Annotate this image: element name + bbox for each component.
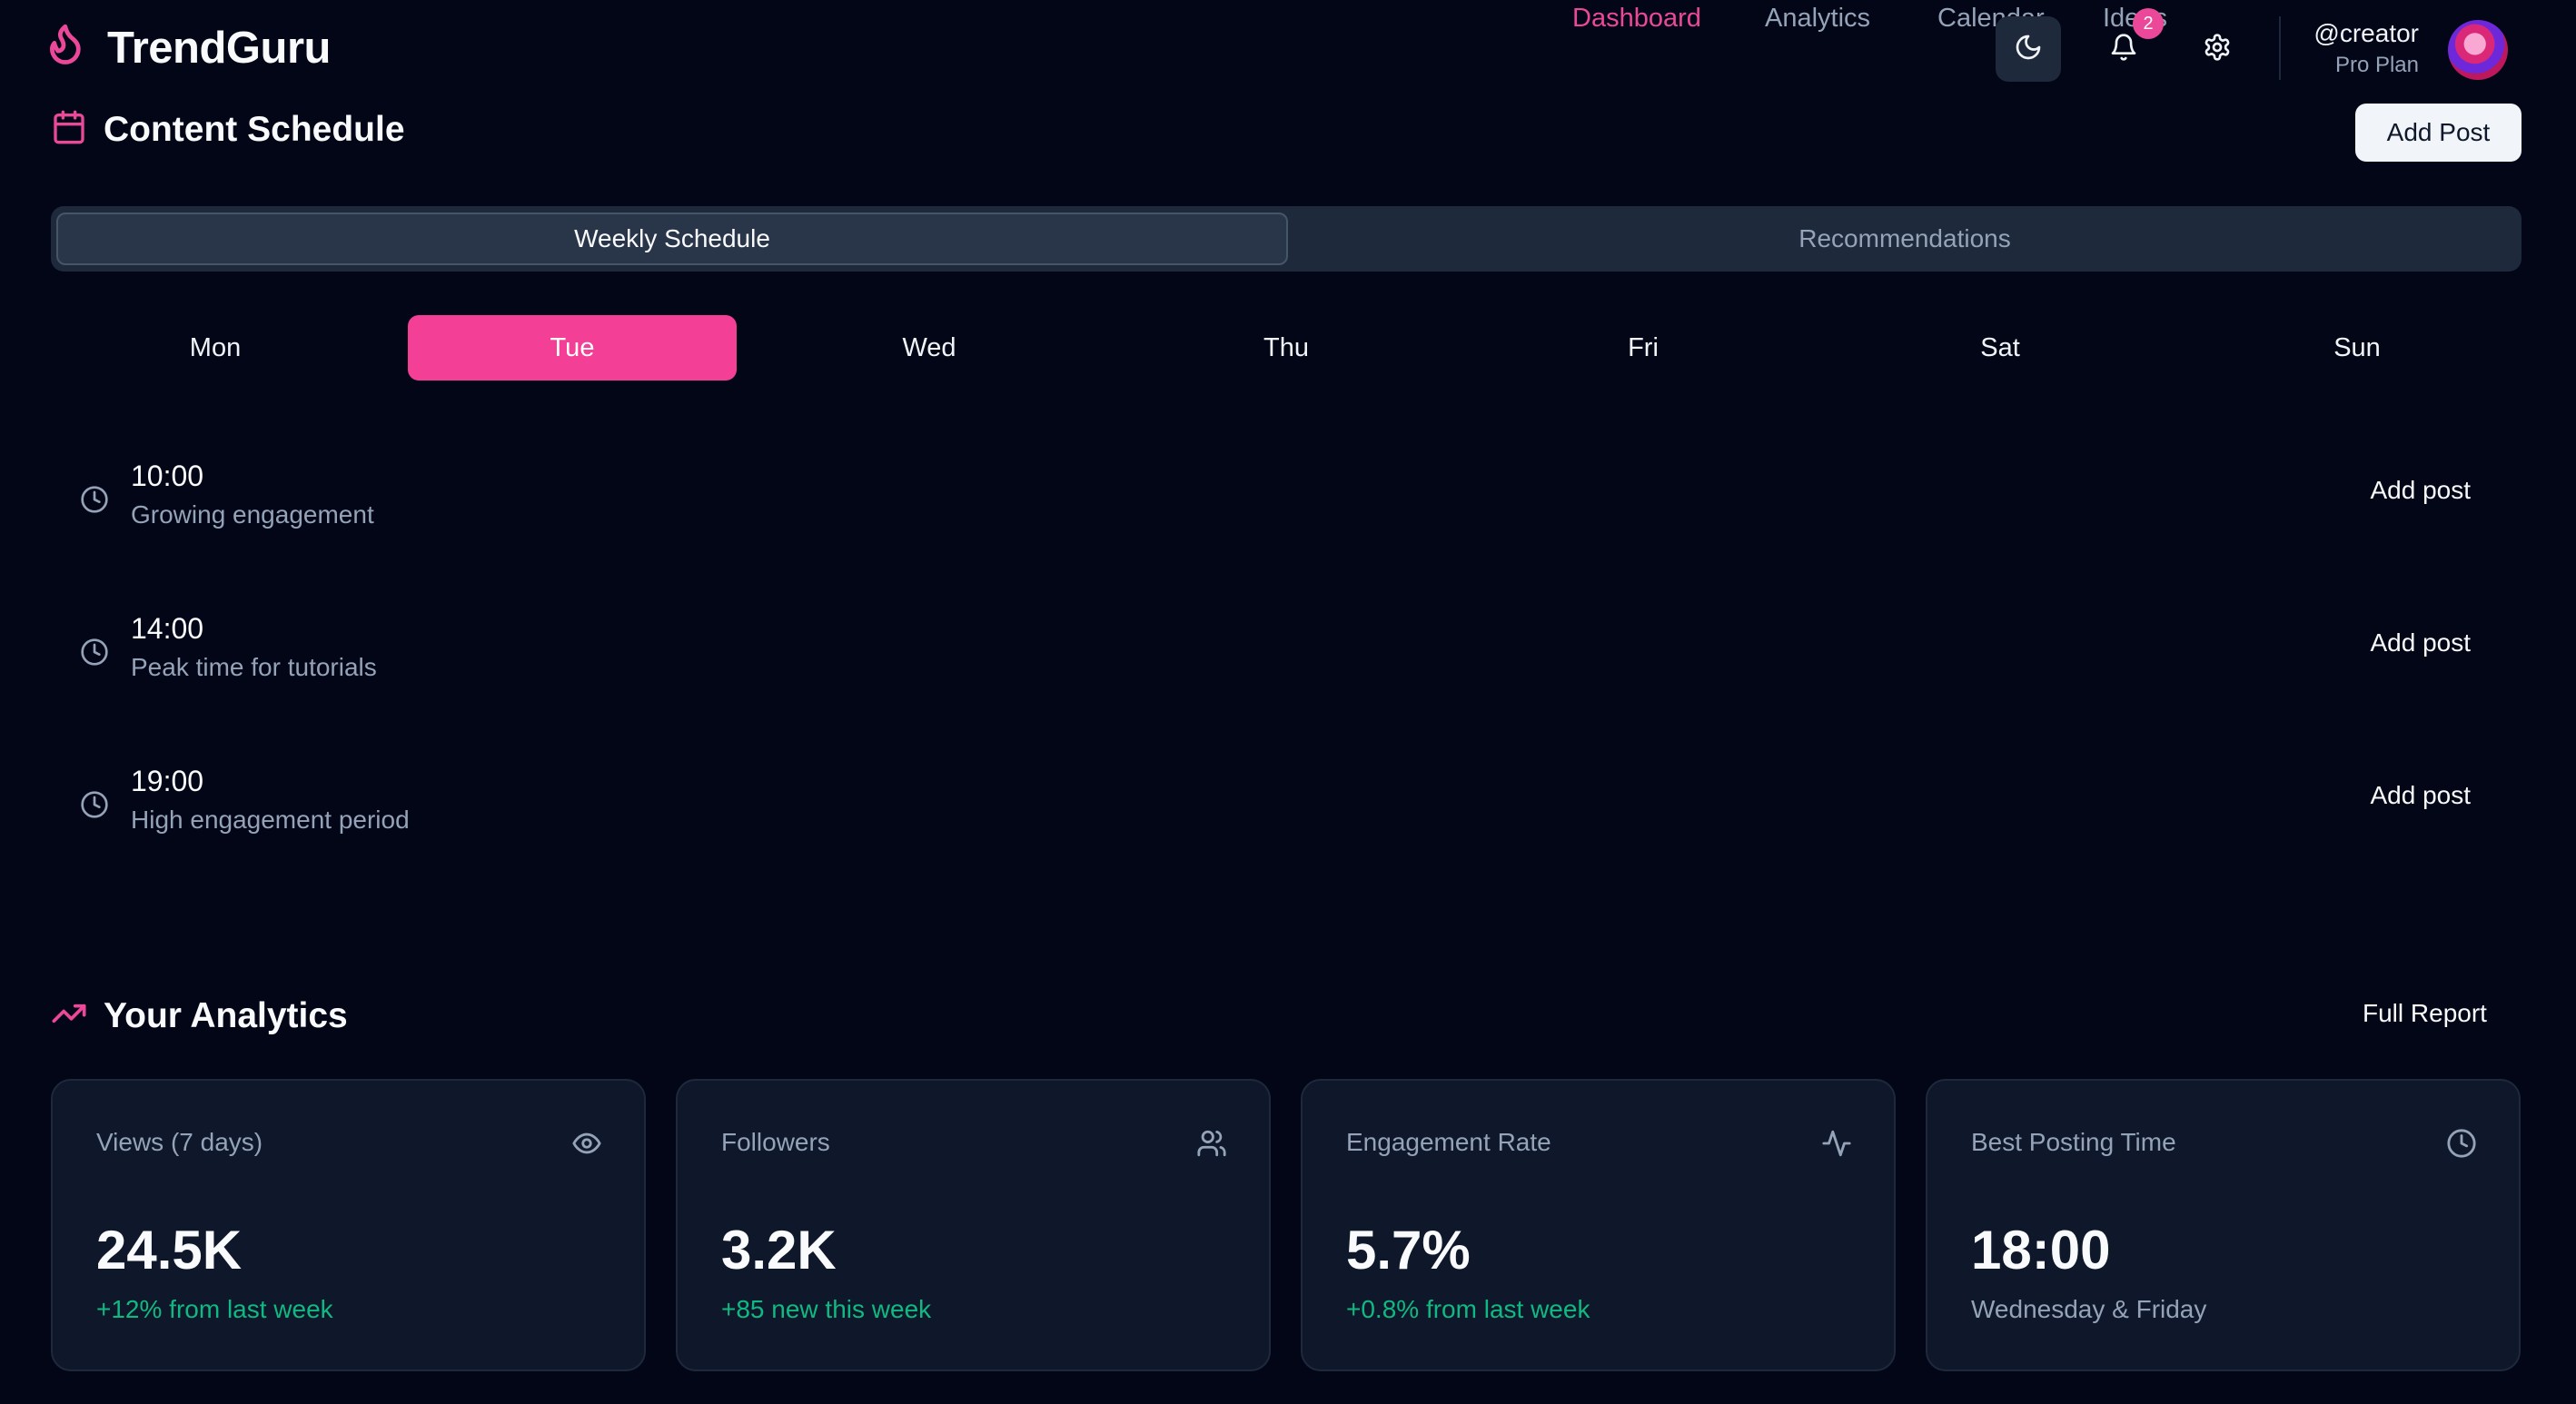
clock-icon bbox=[80, 790, 109, 824]
day-fri[interactable]: Fri bbox=[1479, 315, 1808, 381]
day-wed[interactable]: Wed bbox=[765, 315, 1094, 381]
analytics-title: Your Analytics bbox=[104, 995, 348, 1035]
eye-icon bbox=[571, 1128, 602, 1163]
activity-icon bbox=[1821, 1128, 1852, 1163]
stat-card-best-time[interactable]: Best Posting Time 18:00 Wednesday & Frid… bbox=[1926, 1079, 2521, 1371]
clock-icon bbox=[80, 485, 109, 519]
slot-time: 10:00 bbox=[131, 460, 204, 492]
slot-description: High engagement period bbox=[131, 806, 410, 834]
full-report-link[interactable]: Full Report bbox=[2363, 999, 2487, 1028]
day-tue[interactable]: Tue bbox=[408, 315, 737, 381]
slot-description: Growing engagement bbox=[131, 500, 374, 529]
calendar-icon bbox=[51, 109, 87, 150]
nav-dashboard[interactable]: Dashboard bbox=[1572, 0, 1701, 36]
gear-icon bbox=[2203, 33, 2232, 66]
analytics-header: Your Analytics bbox=[51, 995, 348, 1036]
schedule-slot: 10:00 Growing engagement Add post bbox=[51, 454, 2522, 563]
slot-time: 14:00 bbox=[131, 612, 204, 645]
schedule-title: Content Schedule bbox=[104, 109, 405, 149]
day-thu[interactable]: Thu bbox=[1122, 315, 1451, 381]
slot-time: 19:00 bbox=[131, 765, 204, 797]
notification-count-badge: 2 bbox=[2133, 8, 2164, 39]
user-plan: Pro Plan bbox=[2334, 53, 2419, 77]
tab-weekly-schedule[interactable]: Weekly Schedule bbox=[56, 213, 1288, 265]
stat-card-views[interactable]: Views (7 days) 24.5K +12% from last week bbox=[51, 1079, 646, 1371]
card-subtitle: Wednesday & Friday bbox=[1971, 1295, 2207, 1323]
card-label: Engagement Rate bbox=[1346, 1128, 1551, 1156]
schedule-tabs: Weekly Schedule Recommendations bbox=[51, 206, 2522, 272]
card-value: 5.7% bbox=[1346, 1220, 1471, 1280]
add-post-button[interactable]: Add Post bbox=[2355, 104, 2522, 162]
theme-toggle-button[interactable] bbox=[1996, 16, 2061, 82]
clock-icon bbox=[2446, 1128, 2477, 1163]
schedule-slot: 14:00 Peak time for tutorials Add post bbox=[51, 607, 2522, 716]
card-value: 18:00 bbox=[1971, 1220, 2111, 1280]
card-change: +85 new this week bbox=[721, 1295, 932, 1323]
stat-card-engagement[interactable]: Engagement Rate 5.7% +0.8% from last wee… bbox=[1301, 1079, 1896, 1371]
tab-recommendations[interactable]: Recommendations bbox=[1292, 213, 2518, 265]
avatar[interactable] bbox=[2448, 20, 2508, 80]
nav-analytics[interactable]: Analytics bbox=[1765, 0, 1870, 36]
slot-description: Peak time for tutorials bbox=[131, 653, 377, 681]
day-sun[interactable]: Sun bbox=[2193, 315, 2522, 381]
schedule-header: Content Schedule bbox=[51, 109, 405, 150]
clock-icon bbox=[80, 638, 109, 671]
trending-up-icon bbox=[51, 995, 87, 1036]
user-info[interactable]: @creator Pro Plan bbox=[2313, 16, 2419, 80]
day-selector: Mon Tue Wed Thu Fri Sat Sun bbox=[51, 315, 2522, 381]
slot-add-post-button[interactable]: Add post bbox=[2370, 628, 2471, 658]
top-nav-bar: TrendGuru Dashboard Analytics Calendar I… bbox=[0, 0, 2576, 98]
user-handle: @creator bbox=[2313, 19, 2419, 47]
card-label: Views (7 days) bbox=[96, 1128, 263, 1156]
app-logo[interactable]: TrendGuru bbox=[42, 20, 331, 76]
app-name: TrendGuru bbox=[107, 24, 331, 73]
stat-card-followers[interactable]: Followers 3.2K +85 new this week bbox=[676, 1079, 1271, 1371]
users-icon bbox=[1196, 1128, 1227, 1163]
moon-icon bbox=[2014, 33, 2043, 66]
card-value: 3.2K bbox=[721, 1220, 837, 1280]
settings-button[interactable] bbox=[2185, 16, 2250, 82]
card-value: 24.5K bbox=[96, 1220, 243, 1280]
card-change: +12% from last week bbox=[96, 1295, 333, 1323]
slot-add-post-button[interactable]: Add post bbox=[2370, 781, 2471, 810]
card-label: Best Posting Time bbox=[1971, 1128, 2176, 1156]
card-change: +0.8% from last week bbox=[1346, 1295, 1590, 1323]
card-label: Followers bbox=[721, 1128, 830, 1156]
schedule-slot: 19:00 High engagement period Add post bbox=[51, 759, 2522, 868]
slot-add-post-button[interactable]: Add post bbox=[2370, 476, 2471, 505]
day-sat[interactable]: Sat bbox=[1836, 315, 2165, 381]
flame-icon bbox=[42, 20, 87, 76]
bell-icon bbox=[2109, 33, 2138, 66]
day-mon[interactable]: Mon bbox=[51, 315, 380, 381]
header-divider bbox=[2279, 16, 2281, 80]
